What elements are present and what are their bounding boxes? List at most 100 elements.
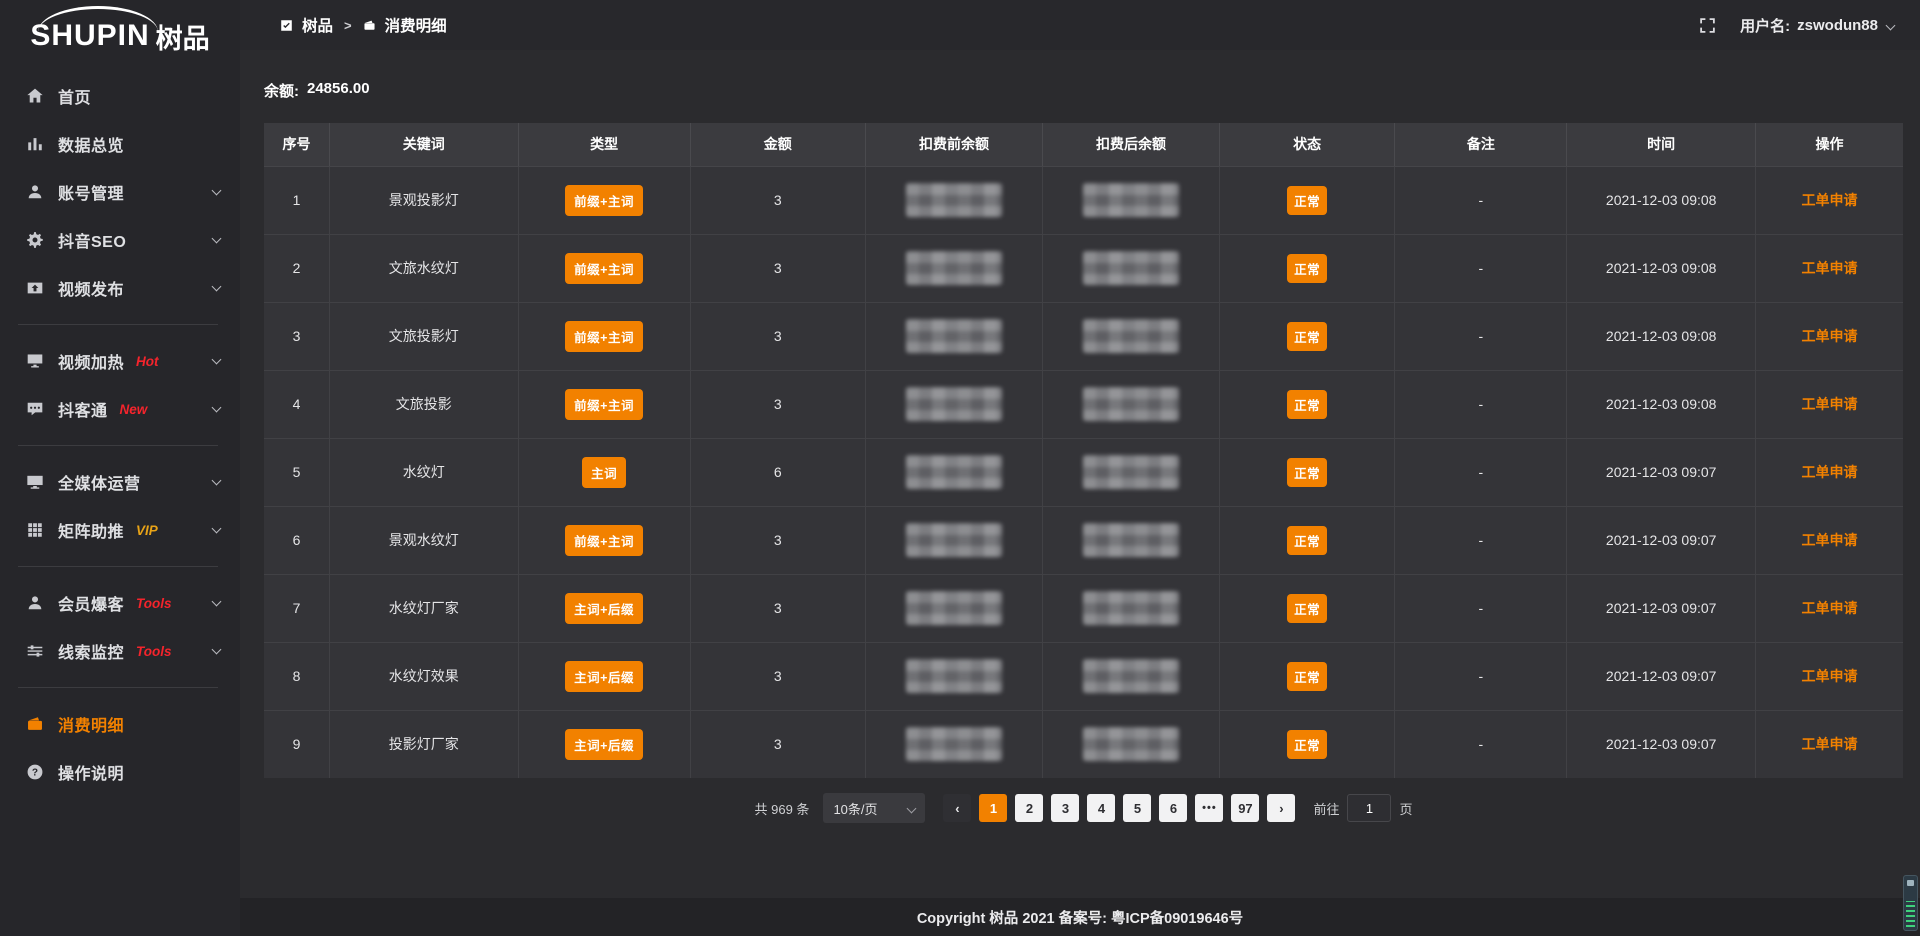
cell-time: 2021-12-03 09:07 bbox=[1567, 710, 1755, 778]
cell-action: 工单申请 bbox=[1755, 370, 1903, 438]
page-button-5[interactable]: 5 bbox=[1123, 794, 1151, 822]
breadcrumb: 树品 > 消费明细 bbox=[280, 14, 447, 36]
chat-icon bbox=[26, 400, 44, 418]
page-button-3[interactable]: 3 bbox=[1051, 794, 1079, 822]
masked-balance-after bbox=[1083, 659, 1179, 693]
table-row: 8水纹灯效果主词+后缀3正常-2021-12-03 09:07工单申请 bbox=[264, 642, 1903, 710]
cell-type: 前缀+主词 bbox=[518, 166, 690, 234]
cell-balance-before bbox=[865, 234, 1042, 302]
cell-time: 2021-12-03 09:08 bbox=[1567, 302, 1755, 370]
breadcrumb-home[interactable]: 树品 bbox=[302, 14, 333, 36]
cell-action: 工单申请 bbox=[1755, 710, 1903, 778]
page-button-97[interactable]: 97 bbox=[1231, 794, 1259, 822]
table-row: 5水纹灯主词6正常-2021-12-03 09:07工单申请 bbox=[264, 438, 1903, 506]
prev-page-button[interactable]: ‹ bbox=[943, 794, 971, 822]
cell-type: 主词+后缀 bbox=[518, 710, 690, 778]
new-tag: New bbox=[120, 402, 148, 417]
breadcrumb-separator: > bbox=[344, 18, 352, 33]
cell-action: 工单申请 bbox=[1755, 642, 1903, 710]
sidebar-item-home[interactable]: 首页 bbox=[0, 72, 240, 120]
sidebar-item-video-heat[interactable]: 视频加热 Hot bbox=[0, 337, 240, 385]
page-size-select[interactable]: 10条/页 bbox=[823, 793, 925, 823]
page-button-1[interactable]: 1 bbox=[979, 794, 1007, 822]
chevron-down-icon bbox=[212, 597, 222, 607]
type-badge: 主词+后缀 bbox=[565, 661, 643, 692]
page-list: 123456 ••• 97 bbox=[975, 794, 1263, 822]
cell-index: 1 bbox=[264, 166, 330, 234]
type-badge: 前缀+主词 bbox=[565, 389, 643, 420]
user-menu[interactable]: 用户名: zswodun88 bbox=[1740, 15, 1894, 36]
sidebar-item-data-overview[interactable]: 数据总览 bbox=[0, 120, 240, 168]
cell-action: 工单申请 bbox=[1755, 302, 1903, 370]
masked-balance-after bbox=[1083, 251, 1179, 285]
logo: SHUPIN 树品 bbox=[0, 0, 240, 64]
type-badge: 前缀+主词 bbox=[565, 525, 643, 556]
work-order-link[interactable]: 工单申请 bbox=[1801, 464, 1857, 480]
cell-index: 6 bbox=[264, 506, 330, 574]
work-order-link[interactable]: 工单申请 bbox=[1801, 668, 1857, 684]
page-button-2[interactable]: 2 bbox=[1015, 794, 1043, 822]
sidebar-item-doketong[interactable]: 抖客通 New bbox=[0, 385, 240, 433]
sidebar-item-member-burst[interactable]: 会员爆客 Tools bbox=[0, 579, 240, 627]
work-order-link[interactable]: 工单申请 bbox=[1801, 736, 1857, 752]
sidebar-item-douyin-seo[interactable]: 抖音SEO bbox=[0, 216, 240, 264]
sidebar-item-clue-monitor[interactable]: 线索监控 Tools bbox=[0, 627, 240, 675]
cell-action: 工单申请 bbox=[1755, 506, 1903, 574]
cell-balance-after bbox=[1042, 302, 1219, 370]
cell-remark: - bbox=[1395, 710, 1567, 778]
sidebar-nav: 首页 数据总览 账号管理 抖音SEO 视频发布 视频加热 Hot bbox=[0, 72, 240, 796]
work-order-link[interactable]: 工单申请 bbox=[1801, 260, 1857, 276]
cell-balance-before bbox=[865, 370, 1042, 438]
cell-balance-after bbox=[1042, 710, 1219, 778]
chevron-down-icon bbox=[212, 524, 222, 534]
status-badge: 正常 bbox=[1287, 458, 1327, 487]
sidebar-item-matrix-boost[interactable]: 矩阵助推 VIP bbox=[0, 506, 240, 554]
type-badge: 主词 bbox=[582, 457, 626, 488]
col-keyword: 关键词 bbox=[330, 123, 518, 166]
table-row: 1景观投影灯前缀+主词3正常-2021-12-03 09:08工单申请 bbox=[264, 166, 1903, 234]
work-order-link[interactable]: 工单申请 bbox=[1801, 192, 1857, 208]
cell-balance-before bbox=[865, 506, 1042, 574]
page-button-6[interactable]: 6 bbox=[1159, 794, 1187, 822]
work-order-link[interactable]: 工单申请 bbox=[1801, 532, 1857, 548]
page-button-4[interactable]: 4 bbox=[1087, 794, 1115, 822]
cell-balance-after bbox=[1042, 506, 1219, 574]
cell-amount: 3 bbox=[690, 302, 865, 370]
goto-page-input[interactable] bbox=[1347, 794, 1391, 822]
sidebar-item-account[interactable]: 账号管理 bbox=[0, 168, 240, 216]
sidebar-item-label: 抖客通 bbox=[58, 397, 108, 421]
sidebar-item-label: 全媒体运营 bbox=[58, 470, 141, 494]
cell-keyword: 文旅投影灯 bbox=[330, 302, 518, 370]
sidebar-item-label: 会员爆客 bbox=[58, 591, 124, 615]
sidebar-item-media-operation[interactable]: 全媒体运营 bbox=[0, 458, 240, 506]
sidebar-item-label: 数据总览 bbox=[58, 132, 124, 156]
next-page-button[interactable]: › bbox=[1267, 794, 1295, 822]
cell-amount: 3 bbox=[690, 234, 865, 302]
work-order-link[interactable]: 工单申请 bbox=[1801, 328, 1857, 344]
question-icon: ? bbox=[26, 763, 44, 781]
chevron-down-icon bbox=[212, 234, 222, 244]
sidebar-item-instructions[interactable]: ? 操作说明 bbox=[0, 748, 240, 796]
masked-balance-before bbox=[906, 727, 1002, 761]
cell-index: 7 bbox=[264, 574, 330, 642]
sidebar-item-video-publish[interactable]: 视频发布 bbox=[0, 264, 240, 312]
page-ellipsis-button[interactable]: ••• bbox=[1195, 794, 1223, 822]
cell-keyword: 景观水纹灯 bbox=[330, 506, 518, 574]
pagination: 共 969 条 10条/页 ‹ 123456•••97 › 前往 页 bbox=[264, 793, 1903, 823]
type-badge: 主词+后缀 bbox=[565, 593, 643, 624]
cell-balance-before bbox=[865, 574, 1042, 642]
cell-time: 2021-12-03 09:07 bbox=[1567, 642, 1755, 710]
masked-balance-after bbox=[1083, 591, 1179, 625]
cell-remark: - bbox=[1395, 166, 1567, 234]
work-order-link[interactable]: 工单申请 bbox=[1801, 396, 1857, 412]
sidebar-item-consume-detail[interactable]: 消费明细 bbox=[0, 700, 240, 748]
cell-keyword: 文旅投影 bbox=[330, 370, 518, 438]
fullscreen-icon[interactable] bbox=[1699, 17, 1716, 34]
grid-icon bbox=[26, 521, 44, 539]
work-order-link[interactable]: 工单申请 bbox=[1801, 600, 1857, 616]
cell-status: 正常 bbox=[1219, 506, 1394, 574]
goto-suffix: 页 bbox=[1399, 799, 1412, 818]
floating-widget[interactable] bbox=[1903, 875, 1918, 931]
cell-time: 2021-12-03 09:07 bbox=[1567, 574, 1755, 642]
table-body: 1景观投影灯前缀+主词3正常-2021-12-03 09:08工单申请2文旅水纹… bbox=[264, 166, 1903, 778]
